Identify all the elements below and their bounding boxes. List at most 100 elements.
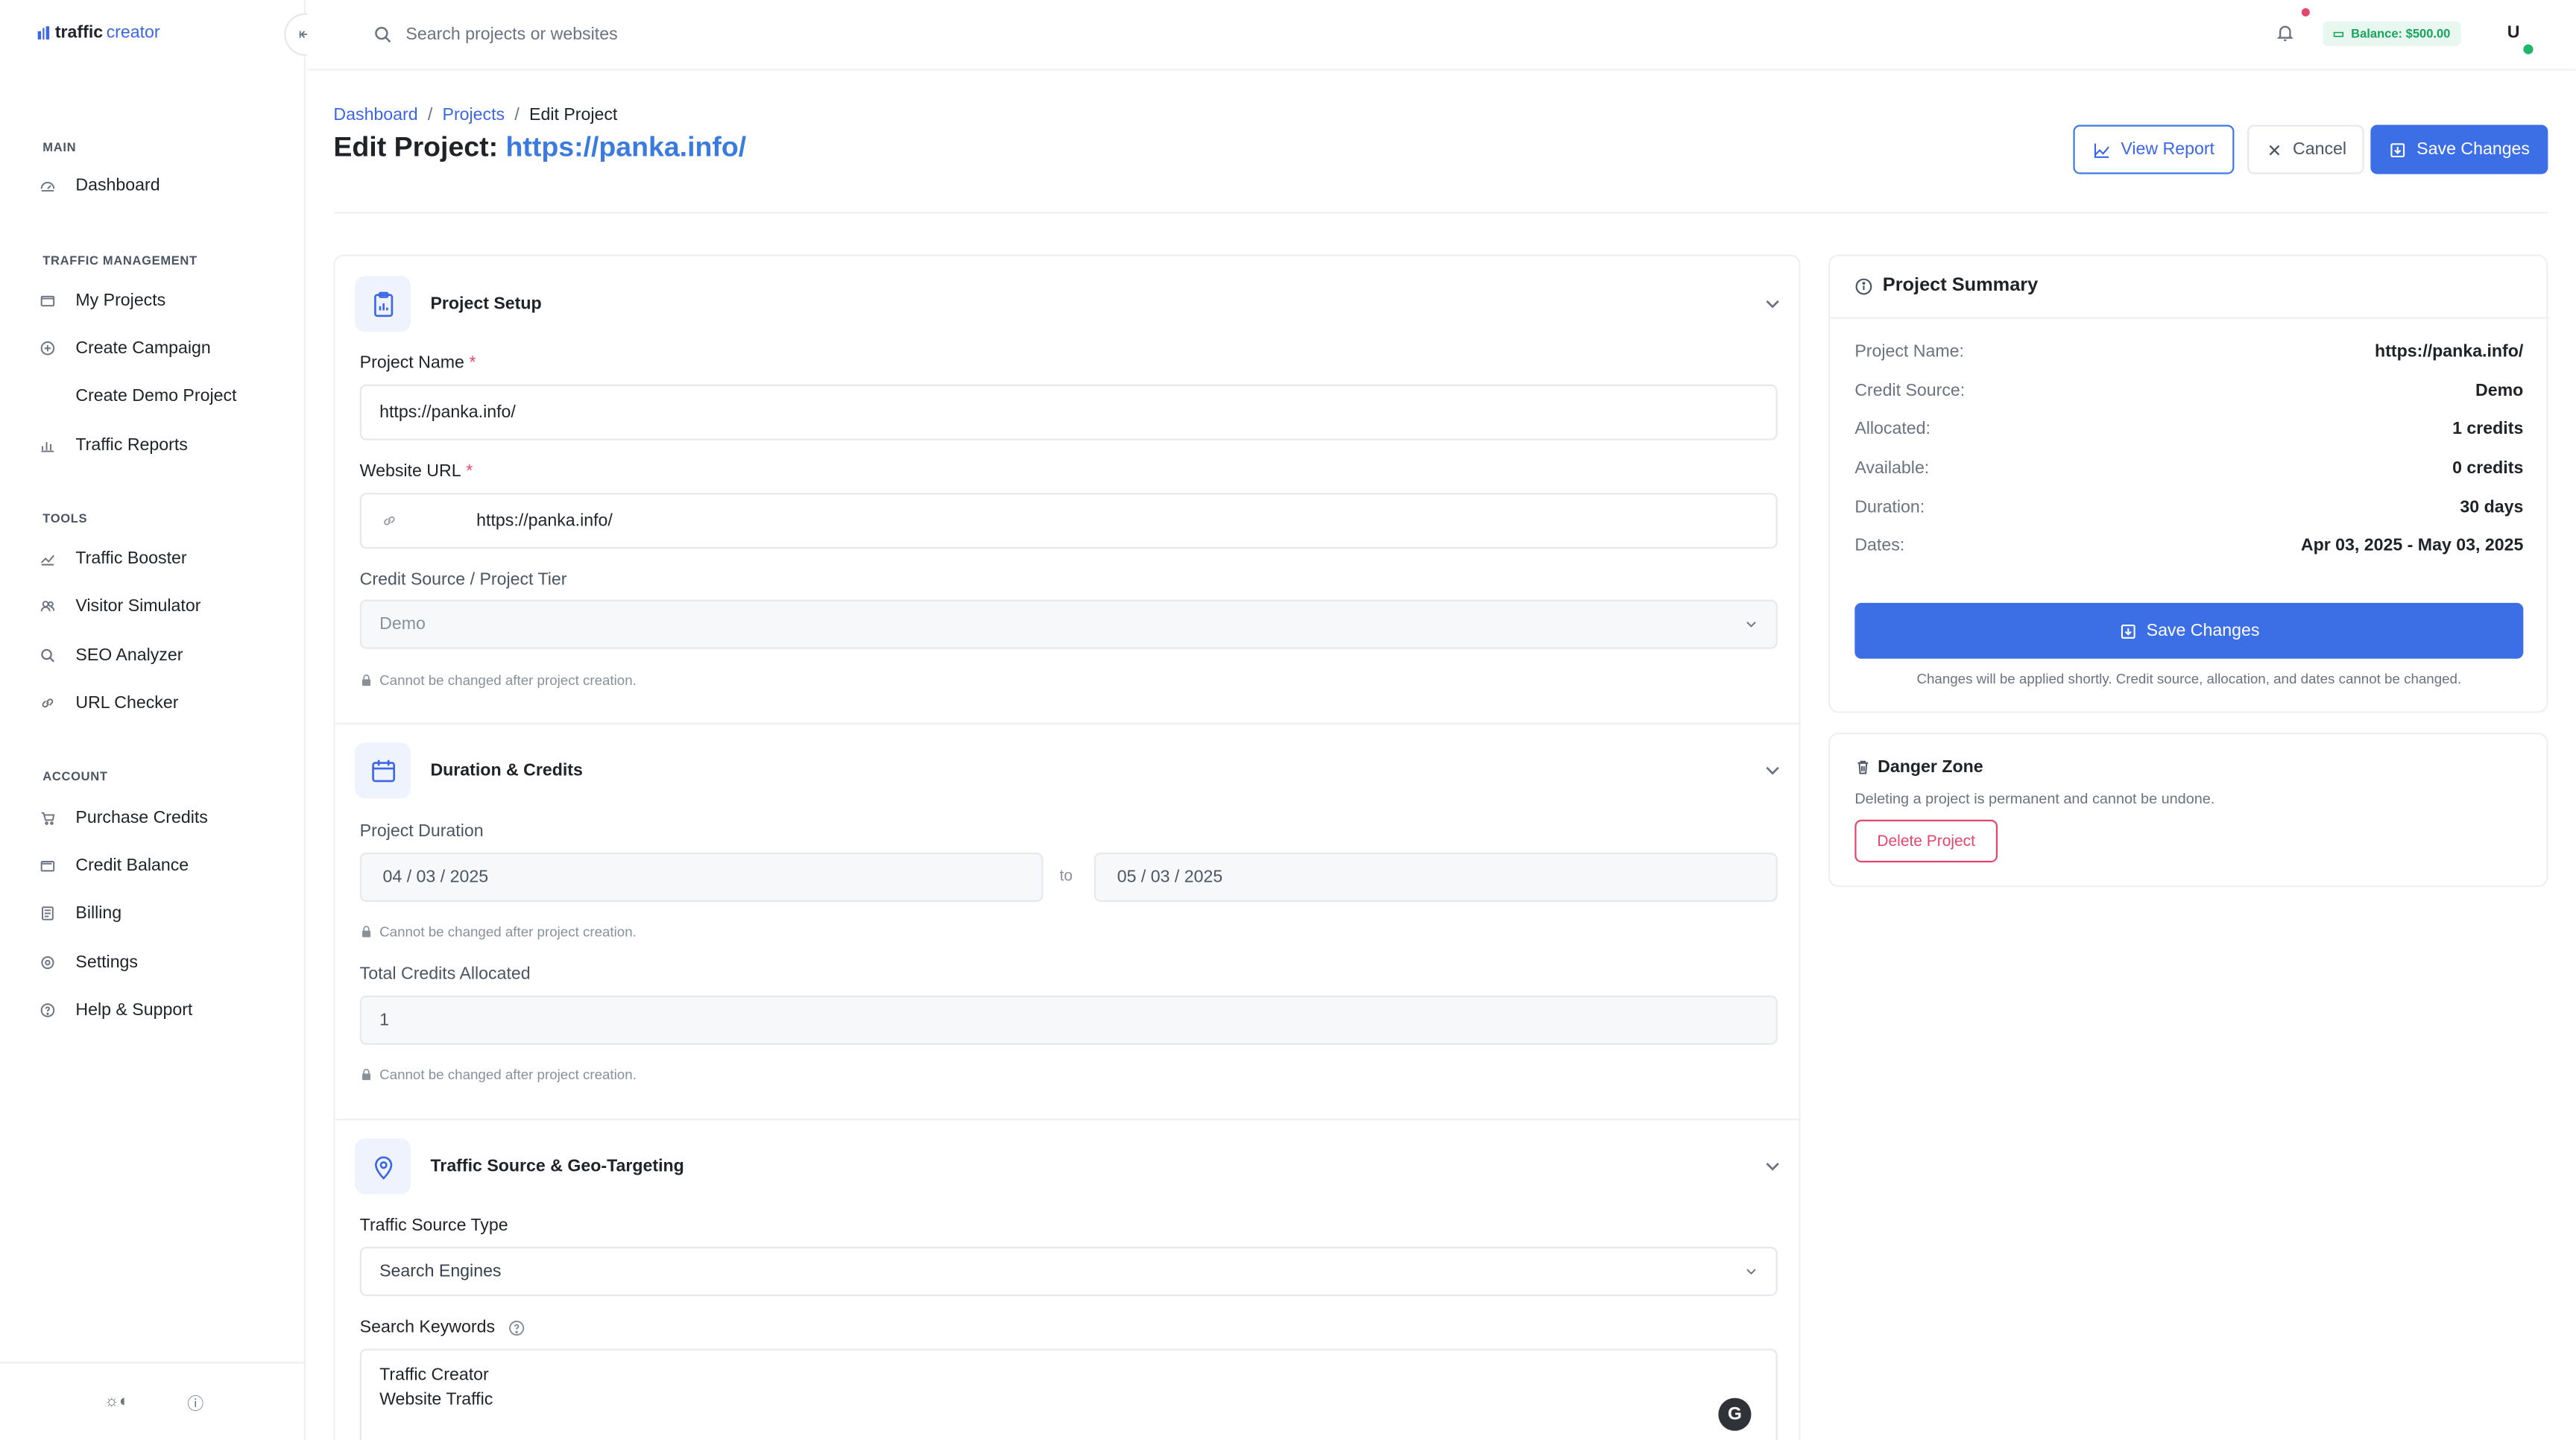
breadcrumb-separator: /	[514, 105, 520, 125]
info-icon[interactable]: ⓘ	[171, 1390, 220, 1414]
search-keywords-label: Search Keywords	[360, 1318, 526, 1337]
sidebar-item-create-campaign[interactable]: Create Campaign	[36, 330, 282, 366]
sidebar-item-settings[interactable]: Settings	[36, 944, 282, 980]
required-marker: *	[469, 353, 476, 373]
chevron-down-icon[interactable]	[1761, 759, 1784, 782]
sidebar-item-dashboard[interactable]: Dashboard	[36, 168, 282, 203]
bell-icon[interactable]	[2276, 22, 2299, 45]
website-url-value: https://panka.info/	[476, 511, 613, 531]
sidebar-item-label: Traffic Booster	[75, 549, 187, 569]
summary-row: Duration: 30 days	[1854, 498, 2523, 524]
sidebar-item-label: Dashboard	[75, 175, 160, 196]
summary-row: Allocated: 1 credits	[1854, 419, 2523, 445]
summary-value: https://panka.info/	[2375, 341, 2524, 361]
section-header-duration-credits[interactable]: Duration & Credits	[355, 742, 1784, 799]
sidebar-item-url-checker[interactable]: URL Checker	[36, 685, 282, 721]
save-icon	[2120, 623, 2135, 638]
cancel-button[interactable]: Cancel	[2247, 124, 2364, 174]
close-icon	[2268, 144, 2279, 155]
summary-key: Duration:	[1854, 497, 1925, 518]
lock-icon	[362, 926, 371, 938]
traffic-source-type-label: Traffic Source Type	[359, 1215, 508, 1236]
trend-icon	[36, 547, 59, 570]
receipt-icon	[36, 902, 59, 925]
topbar: ▭ Balance: $500.00 U	[307, 0, 2576, 71]
help-icon[interactable]	[508, 1319, 526, 1336]
sidebar-item-credit-balance[interactable]: Credit Balance	[36, 847, 282, 883]
label-text: Website URL	[359, 461, 461, 481]
breadcrumb-dashboard[interactable]: Dashboard	[333, 105, 417, 124]
page-title: Edit Project: https://panka.info/	[333, 131, 746, 164]
sidebar-item-help-support[interactable]: Help & Support	[36, 992, 282, 1028]
danger-zone-header: Danger Zone	[1854, 757, 1983, 777]
bar-chart-icon	[36, 434, 59, 457]
gear-icon	[36, 951, 59, 974]
sidebar-item-create-demo-project[interactable]: Create Demo Project	[36, 378, 282, 414]
sidebar-item-label: URL Checker	[75, 693, 179, 713]
theme-toggle-icon[interactable]: ☼◐	[92, 1393, 141, 1411]
map-pin-icon	[355, 1138, 411, 1195]
website-url-input[interactable]: https://panka.info/	[359, 493, 1778, 549]
project-summary-header: Project Summary	[1854, 276, 2039, 296]
app-root: traffic creator ⇤ MAIN Dashboard TRAFFIC …	[0, 0, 2576, 1440]
section-header-traffic-source[interactable]: Traffic Source & Geo-Targeting	[355, 1138, 1784, 1195]
summary-save-button[interactable]: Save Changes	[1854, 602, 2524, 659]
view-report-label: View Report	[2121, 139, 2214, 160]
page-title-url[interactable]: https://panka.info/	[506, 131, 747, 162]
balance-badge[interactable]: ▭ Balance: $500.00	[2323, 21, 2460, 46]
chevron-down-icon	[1746, 1269, 1756, 1275]
sidebar-item-seo-analyzer[interactable]: SEO Analyzer	[36, 637, 282, 673]
sidebar-item-traffic-reports[interactable]: Traffic Reports	[36, 427, 282, 463]
logo-bars-icon	[37, 26, 49, 40]
start-date-input: 04 / 03 / 2025	[359, 852, 1044, 902]
project-summary-title: Project Summary	[1882, 276, 2039, 296]
sidebar-item-visitor-simulator[interactable]: Visitor Simulator	[36, 588, 282, 624]
info-icon	[1855, 277, 1872, 294]
sidebar-item-purchase-credits[interactable]: Purchase Credits	[36, 800, 282, 836]
sidebar-item-label: Billing	[75, 903, 122, 923]
date-range-separator: to	[1059, 867, 1073, 885]
project-duration-label: Project Duration	[359, 821, 484, 841]
balance-text: Balance: $500.00	[2351, 26, 2451, 42]
header-divider	[333, 212, 2548, 214]
edit-project-form: Project Setup Project Name * https://pank…	[333, 254, 1801, 1440]
breadcrumb-current: Edit Project	[529, 105, 618, 125]
sidebar-item-label: Visitor Simulator	[75, 596, 201, 616]
page-title-prefix: Edit Project:	[333, 131, 499, 163]
view-report-button[interactable]: View Report	[2073, 124, 2235, 174]
section-header-project-setup[interactable]: Project Setup	[355, 276, 1784, 332]
summary-row: Dates: Apr 03, 2025 - May 03, 2025	[1854, 536, 2523, 562]
search-input[interactable]	[405, 16, 1063, 53]
avatar[interactable]: U	[2498, 18, 2528, 48]
traffic-source-type-select[interactable]: Search Engines	[359, 1246, 1778, 1296]
wallet-icon	[36, 854, 59, 877]
breadcrumb-projects[interactable]: Projects	[443, 105, 505, 124]
section-title: Project Setup	[430, 294, 542, 314]
sidebar-item-traffic-booster[interactable]: Traffic Booster	[36, 540, 282, 576]
chevron-down-icon[interactable]	[1761, 1155, 1784, 1178]
locked-note: Cannot be changed after project creation…	[360, 1066, 637, 1082]
sidebar-item-label: Credit Balance	[75, 856, 189, 876]
sidebar-item-billing[interactable]: Billing	[36, 895, 282, 931]
credit-source-label: Credit Source / Project Tier	[359, 569, 567, 590]
link-icon	[36, 692, 59, 715]
project-name-input[interactable]: https://panka.info/	[359, 384, 1778, 440]
sidebar-item-my-projects[interactable]: My Projects	[36, 282, 282, 318]
save-changes-button[interactable]: Save Changes	[2370, 124, 2548, 174]
search-keywords-textarea[interactable]: Traffic Creator Website Traffic	[359, 1348, 1778, 1440]
grammarly-icon[interactable]: G	[1718, 1398, 1752, 1431]
chevron-down-icon[interactable]	[1761, 292, 1784, 315]
breadcrumb: Dashboard / Projects / Edit Project	[333, 105, 617, 124]
section-title: Traffic Source & Geo-Targeting	[430, 1156, 684, 1177]
logo[interactable]: traffic creator	[37, 23, 160, 42]
save-icon	[2390, 142, 2405, 157]
search-icon	[373, 23, 396, 46]
project-summary-card: Project Summary Project Name: https://pan…	[1828, 254, 2550, 713]
folder-icon	[36, 289, 59, 312]
credits-allocated-input: 1	[359, 995, 1778, 1045]
sidebar-item-label: Settings	[75, 953, 139, 973]
summary-row: Available: 0 credits	[1854, 458, 2523, 484]
breadcrumb-separator: /	[427, 105, 433, 125]
danger-zone-title: Danger Zone	[1878, 757, 1983, 777]
delete-project-button[interactable]: Delete Project	[1854, 819, 1998, 863]
